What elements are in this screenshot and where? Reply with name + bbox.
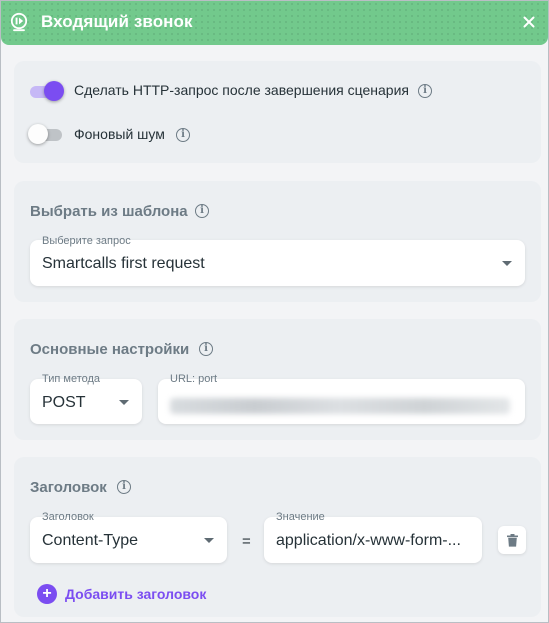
template-title: Выбрать из шаблона (30, 203, 188, 220)
url-blurred-value (170, 398, 510, 414)
toggles-card: Сделать HTTP-запрос после завершения сце… (14, 61, 541, 163)
trash-icon (506, 533, 518, 547)
info-icon[interactable]: i (195, 204, 209, 218)
template-select[interactable]: Выберите запрос Smartcalls first request (30, 235, 525, 286)
http-request-label: Сделать HTTP-запрос после завершения сце… (74, 82, 409, 98)
delete-header-button[interactable] (498, 526, 526, 554)
method-select-value: POST (42, 394, 86, 411)
basic-settings-card: Основные настройки i Тип метода POST URL… (14, 319, 541, 440)
info-icon[interactable]: i (418, 84, 432, 98)
close-button[interactable] (518, 11, 540, 33)
basic-settings-title: Основные настройки (30, 341, 190, 358)
header-value-input[interactable]: Значение application/x-www-form-... (264, 511, 482, 563)
panel-title: Входящий звонок (41, 12, 193, 31)
info-icon[interactable]: i (117, 480, 131, 494)
equals-sign: = (242, 533, 251, 550)
headers-card: Заголовок i Заголовок Content-Type = Зна… (14, 457, 541, 617)
close-icon (523, 16, 535, 28)
method-select-label: Тип метода (42, 373, 101, 385)
url-input[interactable]: URL: port (158, 373, 525, 424)
info-icon[interactable]: i (176, 128, 190, 142)
headers-title: Заголовок (30, 479, 107, 496)
panel-header: Входящий звонок (1, 1, 548, 45)
url-input-label: URL: port (170, 373, 218, 385)
add-header-button[interactable]: + Добавить заголовок (37, 584, 206, 604)
method-select[interactable]: Тип метода POST (30, 373, 142, 424)
http-request-toggle[interactable] (28, 81, 64, 101)
chevron-down-icon (119, 400, 129, 405)
info-icon[interactable]: i (199, 342, 213, 356)
template-select-label: Выберите запрос (42, 235, 131, 247)
background-noise-label: Фоновый шум (74, 126, 165, 142)
header-name-select[interactable]: Заголовок Content-Type (30, 511, 227, 563)
plus-icon: + (37, 584, 57, 604)
add-header-label: Добавить заголовок (65, 586, 207, 602)
header-value-label: Значение (276, 511, 325, 523)
template-select-value: Smartcalls first request (42, 255, 205, 272)
header-value-text: application/x-www-form-... (276, 532, 461, 549)
incoming-call-panel: Входящий звонок Сделать HTTP-запрос посл… (0, 0, 549, 623)
phone-play-icon (10, 12, 28, 32)
background-noise-toggle[interactable] (28, 124, 64, 144)
chevron-down-icon (502, 261, 512, 266)
template-card: Выбрать из шаблона i Выберите запрос Sma… (14, 181, 541, 302)
header-name-label: Заголовок (42, 511, 94, 523)
chevron-down-icon (204, 538, 214, 543)
header-name-value: Content-Type (42, 532, 139, 549)
